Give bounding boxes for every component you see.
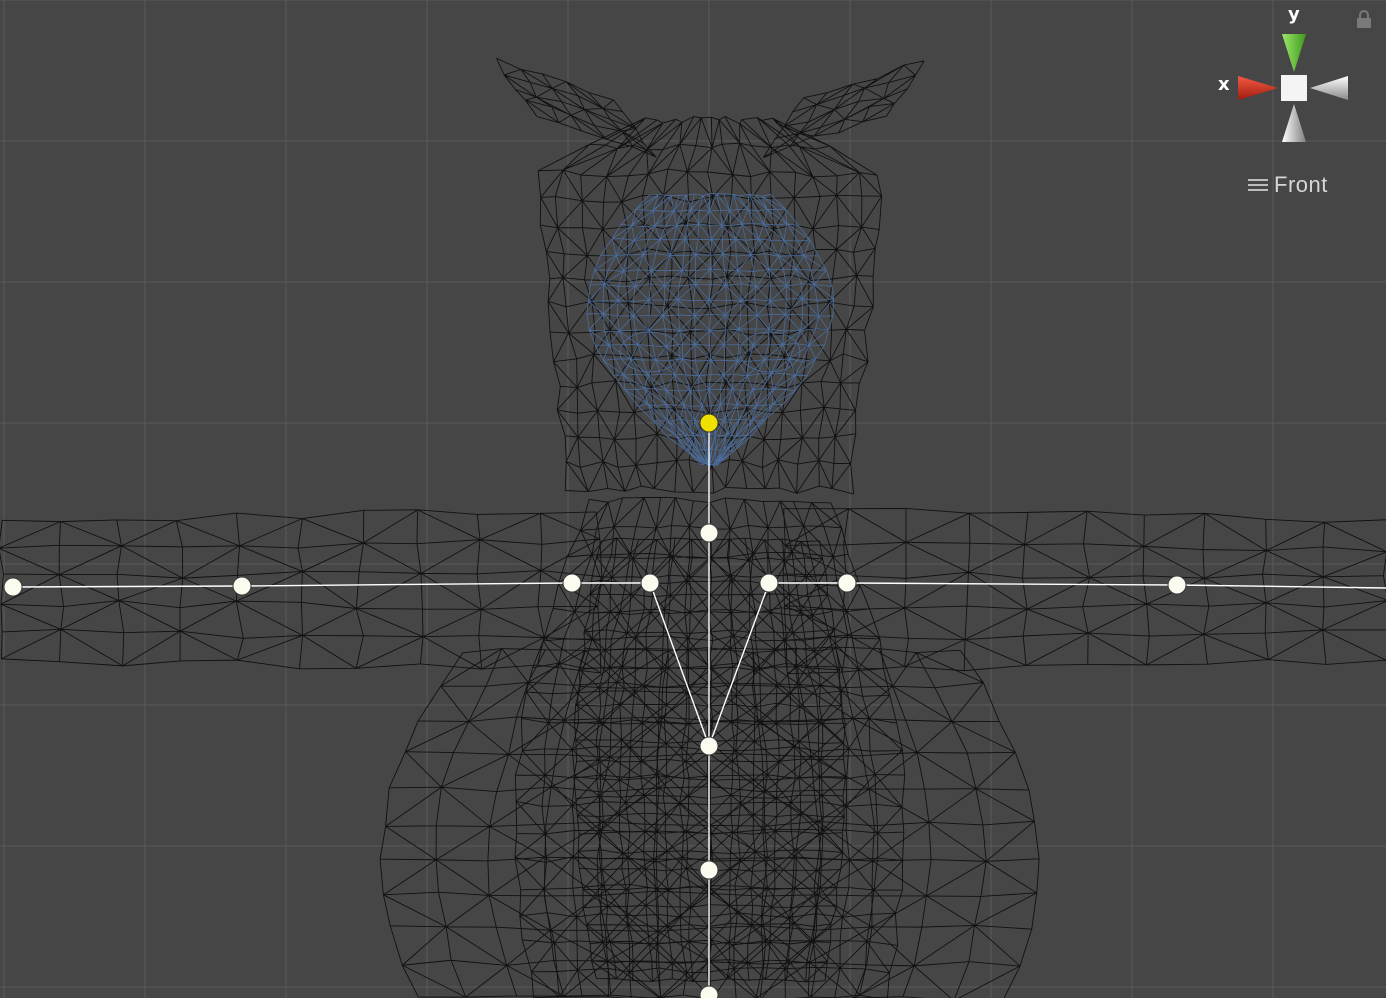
lock-icon[interactable] [1355,9,1373,29]
bone-joint[interactable] [699,736,719,756]
bone-joint[interactable] [232,576,252,596]
gizmo-y-label: y [1288,4,1300,25]
bone-joint[interactable] [640,573,660,593]
gizmo-y-axis-cone[interactable] [1282,34,1306,72]
selected-bone-joint[interactable] [699,413,719,433]
gizmo-center-cube[interactable] [1281,75,1307,101]
view-projection-menu[interactable]: Front [1248,172,1328,198]
bone-joint[interactable] [837,573,857,593]
bone-joint[interactable] [699,985,719,998]
scene-viewport[interactable]: y x Front [0,0,1386,998]
hamburger-menu-icon [1248,177,1268,193]
bone-joint[interactable] [1167,575,1187,595]
bone-joint[interactable] [699,523,719,543]
skeleton-bones [12,423,1386,995]
gizmo-x-axis-cone[interactable] [1238,76,1278,100]
bone-joint[interactable] [759,573,779,593]
orientation-gizmo[interactable] [1210,4,1360,154]
gizmo-neg-x-axis-cone[interactable] [1310,76,1348,100]
gizmo-neg-y-axis-cone[interactable] [1282,104,1306,142]
projection-label: Front [1274,172,1328,197]
wireframe-scene[interactable] [0,0,1386,998]
bone-joint[interactable] [562,573,582,593]
bone-joint[interactable] [699,860,719,880]
gizmo-x-label: x [1218,74,1230,95]
bone-joint[interactable] [3,577,23,597]
